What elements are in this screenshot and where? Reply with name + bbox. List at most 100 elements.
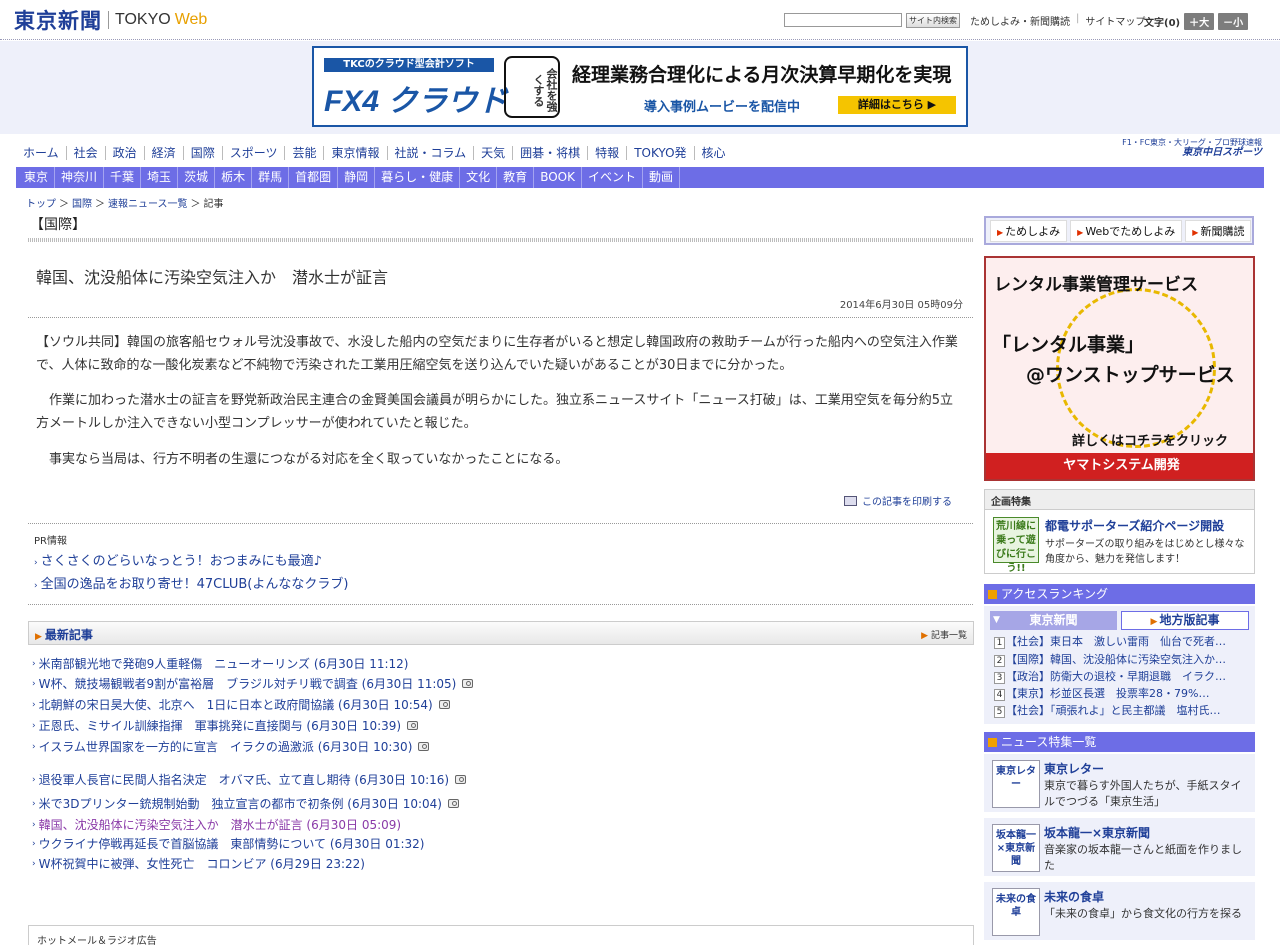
news-special-title: ニュース特集一覧 [1001, 735, 1097, 749]
arrow-icon: › [32, 741, 36, 752]
ad-subline: 導入事例ムービーを配信中 [644, 100, 801, 115]
site-logo[interactable]: 東京新聞 TOKYO Web [14, 8, 207, 33]
nav-video[interactable]: 動画 [643, 167, 680, 188]
nav-weather[interactable]: 天気 [473, 146, 512, 160]
ranking-item[interactable]: 4 【東京】杉並区長選 投票率28・79%… [994, 685, 1209, 701]
rank-number: 5 [994, 706, 1005, 718]
latest-article-link[interactable]: › ウクライナ停戦再延長で首脳協議 東部情勢について (6月30日 01:32) [32, 835, 425, 852]
nav-saitama[interactable]: 埼玉 [141, 167, 179, 188]
news-special-item[interactable]: 東京レター 東京レター 東京で暮らす外国人たちが、手紙スタイルでつづる「東京生活… [984, 754, 1255, 814]
nav-living-health[interactable]: 暮らし・健康 [375, 167, 461, 188]
pr-link-text: 全国の逸品をお取り寄せ！47CLUB(よんななクラブ) [40, 577, 349, 592]
arrow-icon: › [32, 819, 36, 830]
ranking-item[interactable]: 2 【国際】韓国、沈没船体に汚染空気注入か… [994, 651, 1226, 667]
tab-local-edition[interactable]: ▶ 地方版記事 [1121, 611, 1249, 630]
nav-tokyo-hatsu[interactable]: TOKYO発 [626, 146, 693, 160]
tkc-ad-banner[interactable]: TKCのクラウド型会計ソフト FX4 クラウド 会社を強くする 経理業務合理化に… [312, 46, 968, 127]
nav-tochigi[interactable]: 栃木 [215, 167, 253, 188]
sitemap-link[interactable]: サイトマップ [1085, 13, 1145, 28]
print-article-link[interactable]: この記事を印刷する [844, 493, 952, 508]
headline-divider [28, 317, 973, 318]
nav-society[interactable]: 社会 [65, 146, 105, 160]
nav-kanagawa[interactable]: 神奈川 [55, 167, 105, 188]
latest-article-link[interactable]: › 韓国、沈没船体に汚染空気注入か 潜水士が証言 (6月30日 05:09) [32, 816, 401, 833]
latest-articles-header: ▶ 最新記事 ▶ 記事一覧 [28, 621, 974, 645]
latest-article-text: 米南部観光地で発砲9人重軽傷 ニューオーリンズ (6月30日 11:12) [38, 657, 409, 671]
latest-article-link[interactable]: › 米で3Dプリンター銃規制始動 独立宣言の都市で初条例 (6月30日 10:04… [32, 795, 459, 812]
web-trial-link[interactable]: ▶ Webでためしよみ [1070, 219, 1183, 242]
nav-politics[interactable]: 政治 [104, 146, 144, 160]
arrow-icon: › [32, 798, 36, 809]
site-header: 東京新聞 TOKYO Web サイト内検索 ためしよみ・新聞購読 | サイトマッ… [0, 0, 1280, 40]
camera-icon [447, 799, 459, 808]
regional-nav: 東京 神奈川 千葉 埼玉 茨城 栃木 群馬 首都圏 静岡 暮らし・健康 文化 教… [16, 167, 1264, 188]
ad-details-button[interactable]: 詳細はこちら ▶ [838, 96, 956, 114]
yamato-ad-banner[interactable]: レンタル事業管理サービス 「レンタル事業」 @ワンストップサービス 詳しくはコチ… [984, 256, 1255, 481]
nav-tokyo-info[interactable]: 東京情報 [323, 146, 386, 160]
breadcrumb-separator: ＞ [95, 199, 105, 210]
arrow-icon: ▶ [35, 632, 42, 642]
breadcrumb-international[interactable]: 国際 [72, 195, 92, 210]
nav-editorial[interactable]: 社説・コラム [386, 146, 474, 160]
trial-subscribe-link[interactable]: ためしよみ・新聞購読 [970, 13, 1070, 28]
chunichi-sports-link[interactable]: F1・FC東京・大リーグ・プロ野球速報 東京中日スポーツ [1120, 138, 1262, 162]
nav-education[interactable]: 教育 [497, 167, 535, 188]
font-smaller-button[interactable]: －小 [1218, 13, 1249, 30]
latest-article-link[interactable]: › 退役軍人長官に民間人指名決定 オバマ氏、立て直し期待 (6月30日 10:16… [32, 771, 467, 788]
ranking-item[interactable]: 5 【社会】「頑張れよ」と民主都議 塩村氏… [994, 702, 1221, 718]
nav-chiba[interactable]: 千葉 [104, 167, 142, 188]
nav-home[interactable]: ホーム [18, 146, 66, 160]
nav-kakushin[interactable]: 核心 [693, 146, 733, 160]
bullet-icon [988, 738, 997, 747]
site-search-input[interactable] [784, 13, 902, 27]
nav-shizuoka[interactable]: 静岡 [338, 167, 376, 188]
nav-ibaraki[interactable]: 茨城 [178, 167, 216, 188]
subscribe-link-label: 新聞購読 [1200, 224, 1245, 238]
nav-tokyo[interactable]: 東京 [16, 167, 56, 188]
nav-culture[interactable]: 文化 [460, 167, 498, 188]
camera-icon [438, 700, 450, 709]
trial-link[interactable]: ▶ ためしよみ [990, 219, 1068, 242]
nav-sports[interactable]: スポーツ [221, 146, 285, 160]
nav-international[interactable]: 国際 [182, 146, 222, 160]
tab-tokyo-shimbun[interactable]: ▼ 東京新聞 [990, 611, 1117, 630]
nav-book[interactable]: BOOK [534, 167, 582, 188]
article-index-link[interactable]: ▶ 記事一覧 [921, 628, 967, 641]
chunichi-name: 東京中日スポーツ [1182, 147, 1262, 158]
latest-article-link[interactable]: › 北朝鮮の宋日昊大使、北京へ 1日に日本と政府間協議 (6月30日 10:54) [32, 696, 450, 713]
latest-article-link[interactable]: › 米南部観光地で発砲9人重軽傷 ニューオーリンズ (6月30日 11:12) [32, 655, 409, 672]
nav-tokuho[interactable]: 特報 [587, 146, 626, 160]
nav-economy[interactable]: 経済 [143, 146, 183, 160]
bottom-panel: ホットメール＆ラジオ広告 [28, 925, 974, 947]
article-index-label: 記事一覧 [930, 631, 967, 641]
news-special-item[interactable]: 未来の食卓 未来の食卓 「未来の食卓」から食文化の行方を探る [984, 882, 1255, 942]
subscribe-link[interactable]: ▶ 新聞購読 [1185, 219, 1252, 242]
news-special-item[interactable]: 坂本龍一×東京新聞 坂本龍一×東京新聞 音楽家の坂本龍一さんと紙面を作りました [984, 818, 1255, 878]
arrow-icon: ▶ [1077, 227, 1084, 237]
nav-entertainment[interactable]: 芸能 [284, 146, 323, 160]
breadcrumb-top[interactable]: トップ [26, 195, 56, 210]
ranking-item[interactable]: 1 【社会】東日本 激しい雷雨 仙台で死者… [994, 633, 1226, 649]
latest-article-link[interactable]: › イスラム世界国家を一方的に宣言 イラクの過激派 (6月30日 10:30) [32, 738, 430, 755]
nav-gunma[interactable]: 群馬 [252, 167, 290, 188]
section-divider [28, 238, 973, 242]
pr-link[interactable]: › さくさくのどらいなっとう！おつまみにも最適♪ [34, 550, 322, 569]
web-trial-link-label: Webでためしよみ [1085, 224, 1176, 238]
pr-link[interactable]: › 全国の逸品をお取り寄せ！47CLUB(よんななクラブ) [34, 573, 348, 592]
breadcrumb-news-list[interactable]: 速報ニュース一覧 [108, 195, 188, 210]
toden-thumbnail[interactable]: 荒川線に乗って遊びに行こう!! [993, 517, 1039, 574]
nav-events[interactable]: イベント [582, 167, 643, 188]
nav-shutoken[interactable]: 首都圏 [289, 167, 339, 188]
latest-article-link[interactable]: › W杯、競技場観戦者9割が富裕層 ブラジル対チリ戦で調査 (6月30日 11:0… [32, 675, 474, 692]
feature-item-link[interactable]: 都電サポーターズ紹介ページ開設 [1045, 517, 1224, 534]
latest-title-text: 最新記事 [44, 628, 93, 642]
ranking-header: アクセスランキング [984, 584, 1255, 604]
latest-article-link[interactable]: › W杯祝賀中に被弾、女性死亡 コロンビア (6月29日 23:22) [32, 855, 365, 872]
arrow-icon: › [32, 720, 36, 731]
font-larger-button[interactable]: ＋大 [1184, 13, 1215, 30]
site-search-button[interactable]: サイト内検索 [906, 13, 960, 28]
ranking-item[interactable]: 3 【政治】防衛大の退校・早期退職 イラク… [994, 668, 1226, 684]
latest-article-link[interactable]: › 正恩氏、ミサイル訓練指揮 軍事挑発に直接関与 (6月30日 10:39) [32, 717, 419, 734]
nav-igo-shogi[interactable]: 囲碁・将棋 [512, 146, 587, 160]
bottom-panel-title: ホットメール＆ラジオ広告 [37, 936, 157, 947]
